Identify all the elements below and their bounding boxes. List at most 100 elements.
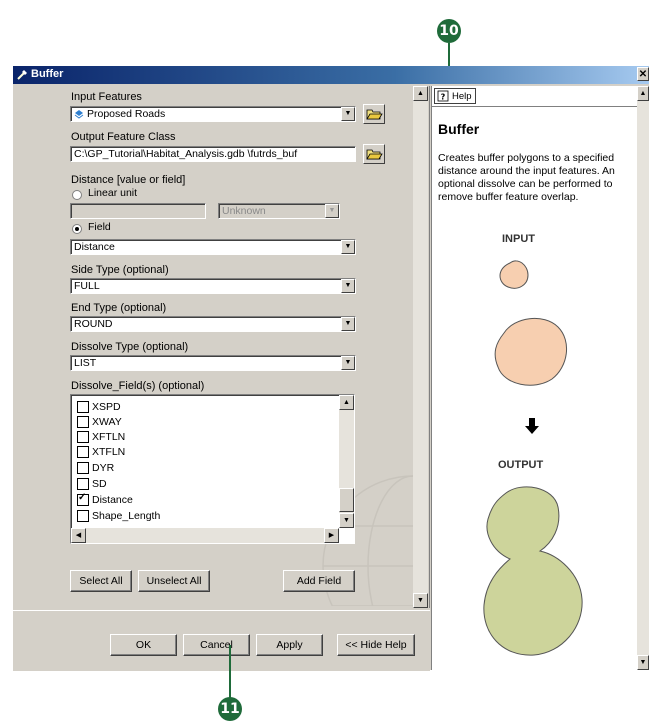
output-diagram-label: OUTPUT [498, 459, 544, 471]
list-item[interactable]: Shape_Length [77, 509, 160, 523]
list-item[interactable]: Distance [77, 492, 133, 507]
add-field-button[interactable]: Add Field [283, 570, 355, 592]
close-icon[interactable]: ✕ [637, 67, 649, 81]
list-vscrollbar[interactable]: ▲ ▼ [339, 395, 354, 528]
scroll-down-icon[interactable]: ▼ [637, 655, 649, 670]
browse-input-button[interactable] [363, 104, 385, 124]
input-diagram-image [494, 260, 568, 386]
side-type-dropdown[interactable]: FULL ▼ [70, 278, 356, 294]
field-radio[interactable] [72, 224, 82, 234]
open-folder-icon [366, 109, 383, 120]
chevron-down-icon[interactable]: ▼ [341, 317, 355, 331]
checkbox-shape-length[interactable] [77, 510, 89, 522]
unselect-all-button[interactable]: Unselect All [138, 570, 210, 592]
list-item[interactable]: XWAY [77, 415, 122, 429]
open-folder-icon [366, 149, 383, 160]
input-features-label: Input Features [71, 91, 142, 103]
chevron-down-icon[interactable]: ▼ [325, 204, 339, 218]
scroll-right-icon[interactable]: ▶ [324, 528, 339, 543]
output-diagram-image [483, 486, 583, 656]
field-radio-label: Field [88, 221, 111, 233]
callout-10: 10 [437, 19, 461, 43]
hide-help-button[interactable]: << Hide Help [337, 634, 415, 656]
list-item-label: XTFLN [92, 446, 126, 458]
scroll-up-icon[interactable]: ▲ [339, 395, 354, 410]
help-pane: ? Help Buffer Creates buffer polygons to… [431, 86, 637, 670]
unit-dropdown[interactable]: Unknown ▼ [218, 203, 340, 219]
help-icon: ? [437, 90, 449, 102]
list-item[interactable]: XTFLN [77, 445, 125, 459]
end-type-dropdown[interactable]: ROUND ▼ [70, 316, 356, 332]
list-item-label: XFTLN [92, 431, 126, 443]
end-type-value: ROUND [74, 318, 113, 330]
parameters-vscrollbar[interactable]: ▲ ▼ [413, 86, 428, 608]
help-tab[interactable]: ? Help [434, 88, 476, 104]
scroll-down-icon[interactable]: ▼ [413, 593, 428, 608]
scroll-up-icon[interactable]: ▲ [637, 86, 649, 101]
checkbox-distance[interactable] [77, 492, 89, 506]
output-feature-class-value: C:\GP_Tutorial\Habitat_Analysis.gdb \fut… [74, 148, 298, 160]
distance-field-value: Distance [74, 241, 115, 253]
callout-11-leader [229, 645, 231, 700]
list-vscroll-thumb[interactable] [339, 488, 354, 512]
checkbox-dyr[interactable] [77, 462, 89, 474]
apply-button[interactable]: Apply [256, 634, 323, 656]
checkbox-xtfln[interactable] [77, 446, 89, 458]
callout-11: 11 [218, 697, 242, 721]
checkbox-xspd[interactable] [77, 401, 89, 413]
list-item[interactable]: SD [77, 477, 107, 491]
cancel-button[interactable]: Cancel [183, 634, 250, 656]
output-feature-class-input[interactable]: C:\GP_Tutorial\Habitat_Analysis.gdb \fut… [70, 146, 356, 162]
list-item[interactable]: XSPD [77, 400, 121, 414]
scroll-down-icon[interactable]: ▼ [339, 513, 354, 528]
scroll-left-icon[interactable]: ◀ [71, 528, 86, 543]
input-features-value: Proposed Roads [87, 108, 166, 120]
checkbox-sd[interactable] [77, 478, 89, 490]
list-item[interactable]: XFTLN [77, 430, 125, 444]
end-type-label: End Type (optional) [71, 302, 167, 314]
dialog-footer: OK Cancel Apply << Hide Help [13, 610, 430, 671]
list-hscrollbar[interactable]: ◀ ▶ [71, 528, 339, 543]
distance-label: Distance [value or field] [71, 174, 186, 186]
input-diagram-label: INPUT [502, 233, 535, 245]
list-item-label: SD [92, 478, 107, 490]
list-item[interactable]: DYR [77, 461, 114, 475]
arrow-down-icon [525, 418, 539, 434]
help-description: Creates buffer polygons to a specified d… [438, 152, 615, 203]
ok-button[interactable]: OK [110, 634, 177, 656]
dissolve-type-label: Dissolve Type (optional) [71, 341, 189, 353]
distance-field-dropdown[interactable]: Distance ▼ [70, 239, 356, 255]
side-type-label: Side Type (optional) [71, 264, 169, 276]
side-type-value: FULL [74, 280, 100, 292]
output-feature-class-label: Output Feature Class [71, 131, 176, 143]
input-features-dropdown[interactable]: Proposed Roads ▼ [70, 106, 356, 122]
list-item-label: Distance [92, 494, 133, 506]
select-all-button[interactable]: Select All [70, 570, 132, 592]
buffer-dialog: Buffer ✕ Input Features Proposed Roads ▼ [13, 66, 649, 671]
window-title: Buffer [31, 68, 64, 80]
list-item-label: DYR [92, 462, 115, 474]
help-title: Buffer [438, 121, 480, 137]
list-item-label: XSPD [92, 401, 121, 413]
linear-unit-label: Linear unit [88, 187, 138, 199]
chevron-down-icon[interactable]: ▼ [341, 356, 355, 370]
browse-output-button[interactable] [363, 144, 385, 164]
chevron-down-icon[interactable]: ▼ [341, 240, 355, 254]
scroll-up-icon[interactable]: ▲ [413, 86, 428, 101]
dissolve-type-dropdown[interactable]: LIST ▼ [70, 355, 356, 371]
svg-text:?: ? [441, 93, 446, 102]
linear-unit-radio[interactable] [72, 190, 82, 200]
checkbox-xway[interactable] [77, 416, 89, 428]
help-tab-label: Help [452, 90, 472, 102]
chevron-down-icon[interactable]: ▼ [341, 107, 355, 121]
dissolve-fields-list[interactable]: XSPD XWAY XFTLN XTFLN DYR SD Distance Sh… [70, 394, 355, 544]
help-vscrollbar[interactable]: ▲ ▼ [637, 86, 649, 670]
list-item-label: Shape_Length [92, 510, 161, 522]
linear-unit-value-input[interactable] [70, 203, 206, 219]
tool-icon [17, 70, 27, 80]
dissolve-type-value: LIST [74, 357, 97, 369]
checkbox-xftln[interactable] [77, 431, 89, 443]
chevron-down-icon[interactable]: ▼ [341, 279, 355, 293]
list-item-label: XWAY [92, 416, 122, 428]
title-bar[interactable]: Buffer ✕ [13, 66, 649, 84]
